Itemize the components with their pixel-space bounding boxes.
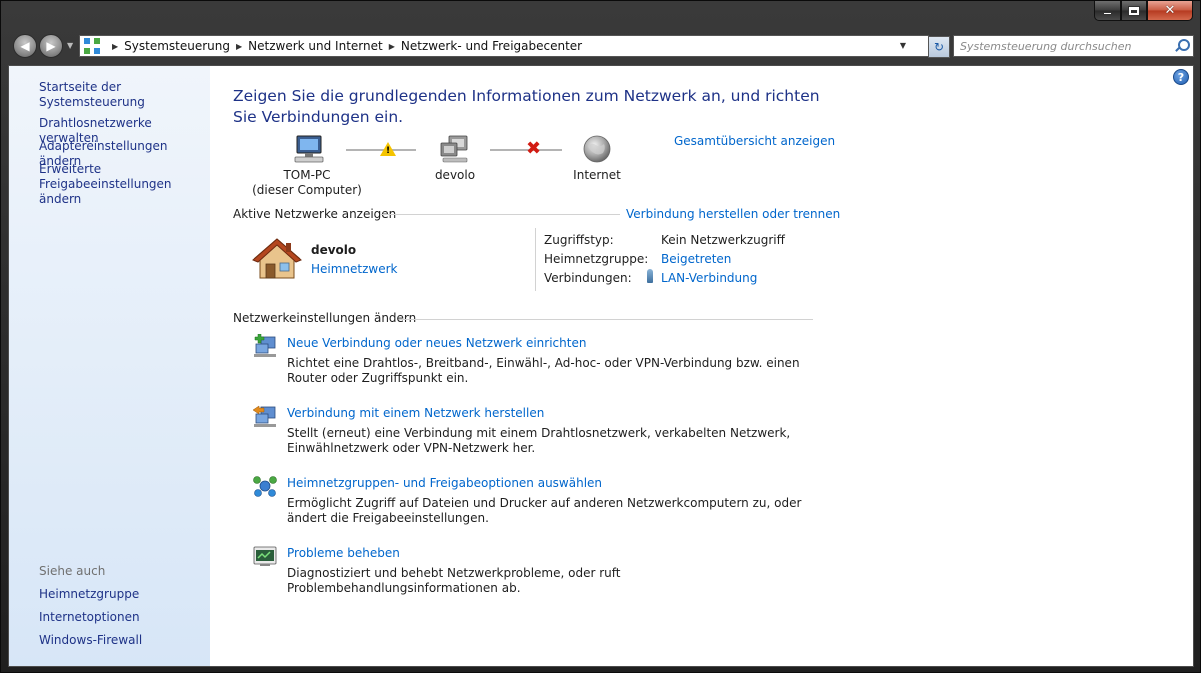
homegroup-link[interactable]: Beigetreten xyxy=(661,252,731,266)
search-input[interactable] xyxy=(960,37,1172,55)
maximize-icon xyxy=(1128,5,1140,16)
task-new-connection-desc: Richtet eine Drahtlos-, Breitband-, Einw… xyxy=(287,356,800,385)
maximize-button[interactable] xyxy=(1121,1,1147,21)
back-arrow-icon: ◀ xyxy=(20,39,30,53)
internet-globe-icon[interactable] xyxy=(582,134,612,164)
breadcrumb-separator-icon[interactable]: ▶ xyxy=(236,42,242,51)
active-networks-heading: Aktive Netzwerke anzeigen xyxy=(233,207,397,221)
main-panel: ? Zeigen Sie die grundlegenden Informati… xyxy=(210,66,1193,666)
forward-button[interactable]: ▶ xyxy=(39,34,63,58)
homegroup-label: Heimnetzgruppe: xyxy=(544,252,649,266)
lan-connection-link[interactable]: LAN-Verbindung xyxy=(661,271,757,285)
computer-node-label: TOM-PC (dieser Computer) xyxy=(252,168,362,198)
new-connection-icon xyxy=(254,334,276,357)
caption-buttons: ✕ xyxy=(1094,1,1193,21)
sidebar-item-homegroup[interactable]: Heimnetzgruppe xyxy=(39,587,209,602)
sidebar-item-control-panel-home[interactable]: Startseite der Systemsteuerung xyxy=(39,80,209,110)
explorer-window: ✕ ◀ ▶ ▼ ▶ Systemsteuerung ▶ Netzwerk und… xyxy=(0,0,1201,673)
computer-subtitle: (dieser Computer) xyxy=(252,183,362,197)
vertical-divider xyxy=(535,228,536,291)
address-bar[interactable]: ▶ Systemsteuerung ▶ Netzwerk und Interne… xyxy=(79,35,950,58)
access-type-value: Kein Netzwerkzugriff xyxy=(661,233,785,247)
connections-label: Verbindungen: xyxy=(544,271,632,285)
disconnected-x-icon[interactable]: ✖ xyxy=(526,140,541,158)
content-area: Startseite der Systemsteuerung Drahtlosn… xyxy=(8,65,1194,667)
sidebar-item-internet-options[interactable]: Internetoptionen xyxy=(39,610,209,625)
full-map-link[interactable]: Gesamtübersicht anzeigen xyxy=(674,134,835,148)
divider xyxy=(380,214,620,215)
network-plug-icon xyxy=(647,269,653,283)
sidebar: Startseite der Systemsteuerung Drahtlosn… xyxy=(9,66,210,666)
minimize-button[interactable] xyxy=(1094,1,1121,21)
computer-name: TOM-PC xyxy=(283,168,331,182)
active-network-name: devolo xyxy=(311,243,357,257)
connect-network-icon xyxy=(252,405,276,427)
network-settings-heading: Netzwerkeinstellungen ändern xyxy=(233,311,417,325)
help-icon[interactable]: ? xyxy=(1173,69,1189,85)
back-button[interactable]: ◀ xyxy=(13,34,37,58)
see-also-heading: Siehe auch xyxy=(39,564,106,578)
recent-pages-dropdown[interactable]: ▼ xyxy=(67,41,73,50)
search-box xyxy=(953,35,1194,57)
close-icon: ✕ xyxy=(1164,3,1176,18)
warning-mark: ! xyxy=(386,146,391,156)
sidebar-item-windows-firewall[interactable]: Windows-Firewall xyxy=(39,633,209,648)
task-homegroup-options-link[interactable]: Heimnetzgruppen- und Freigabeoptionen au… xyxy=(287,476,602,490)
home-network-icon xyxy=(252,238,302,279)
breadcrumb-separator-icon[interactable]: ▶ xyxy=(112,42,118,51)
computer-icon[interactable] xyxy=(293,134,327,164)
internet-node-label: Internet xyxy=(573,168,621,182)
task-troubleshoot-desc: Diagnostiziert und behebt Netzwerkproble… xyxy=(287,566,621,595)
page-title: Zeigen Sie die grundlegenden Information… xyxy=(233,87,820,126)
task-homegroup-options-desc: Ermöglicht Zugriff auf Dateien und Druck… xyxy=(287,496,802,525)
network-icon[interactable] xyxy=(439,134,471,164)
access-type-label: Zugriffstyp: xyxy=(544,233,614,247)
breadcrumb-netzwerk-und-internet[interactable]: Netzwerk und Internet xyxy=(248,39,383,53)
connect-disconnect-link[interactable]: Verbindung herstellen oder trennen xyxy=(626,207,840,221)
refresh-icon: ↻ xyxy=(933,40,945,54)
control-panel-icon xyxy=(84,38,100,54)
task-troubleshoot-link[interactable]: Probleme beheben xyxy=(287,546,400,560)
divider xyxy=(399,319,813,320)
task-new-connection-link[interactable]: Neue Verbindung oder neues Netzwerk einr… xyxy=(287,336,586,350)
refresh-button[interactable]: ↻ xyxy=(928,36,950,58)
sidebar-item-advanced-sharing[interactable]: Erweiterte Freigabeeinstellungen ändern xyxy=(39,162,204,207)
forward-arrow-icon: ▶ xyxy=(46,39,56,53)
network-node-label: devolo xyxy=(434,168,476,182)
homegroup-options-icon xyxy=(253,476,277,497)
address-dropdown-icon[interactable]: ▼ xyxy=(900,41,906,50)
minimize-icon xyxy=(1103,12,1112,15)
close-button[interactable]: ✕ xyxy=(1147,1,1193,21)
search-icon[interactable] xyxy=(1172,37,1190,55)
task-connect-network-desc: Stellt (erneut) eine Verbindung mit eine… xyxy=(287,426,791,455)
breadcrumb-freigabecenter[interactable]: Netzwerk- und Freigabecenter xyxy=(401,39,582,53)
breadcrumb-separator-icon[interactable]: ▶ xyxy=(389,42,395,51)
network-type-link[interactable]: Heimnetzwerk xyxy=(311,262,398,276)
breadcrumb-systemsteuerung[interactable]: Systemsteuerung xyxy=(124,39,230,53)
troubleshoot-icon xyxy=(253,546,277,566)
navigation-bar: ◀ ▶ ▼ ▶ Systemsteuerung ▶ Netzwerk und I… xyxy=(11,32,1194,60)
task-connect-network-link[interactable]: Verbindung mit einem Netzwerk herstellen xyxy=(287,406,544,420)
